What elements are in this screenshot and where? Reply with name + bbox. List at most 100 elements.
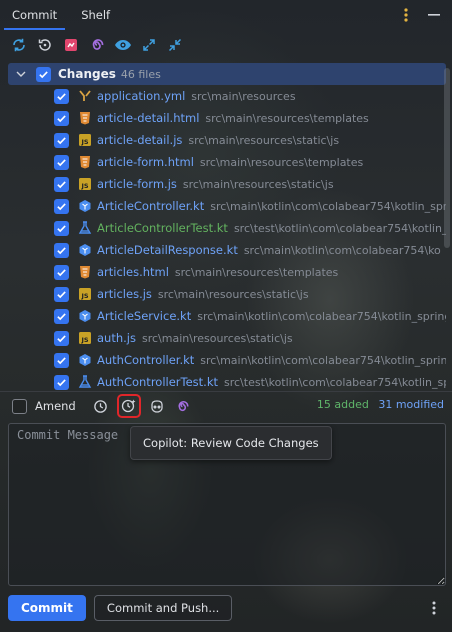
file-checkbox[interactable] [54,264,69,280]
js-file-icon: JS [77,286,93,302]
js-file-icon: JS [77,132,93,148]
swirl-icon[interactable] [88,36,106,54]
file-name: article-detail.html [97,111,200,125]
file-row[interactable]: article-form.html src\main\resources\temp… [8,151,446,173]
file-checkbox[interactable] [54,374,69,390]
file-path: src\main\resources\static\js [188,133,340,147]
changes-group-checkbox[interactable] [36,66,51,82]
expand-all-icon[interactable] [140,36,158,54]
file-name: article-form.js [97,177,177,191]
commit-toolbar [10,36,184,54]
changes-group-title: Changes [58,67,116,81]
changes-group-row[interactable]: Changes 46 files [8,63,446,85]
swirl-icon[interactable] [174,397,192,415]
file-row[interactable]: JS article-detail.js src\main\resources\st… [8,129,446,151]
file-path: src\test\kotlin\com\colabear754\kotlin_s… [233,221,446,235]
file-name: AuthControllerTest.kt [97,375,218,389]
review-code-changes-icon[interactable] [116,394,141,418]
svg-text:JS: JS [80,182,88,190]
file-checkbox[interactable] [54,110,69,126]
file-name: application.yml [97,89,186,103]
commit-and-push-button[interactable]: Commit and Push... [93,595,233,621]
file-checkbox[interactable] [54,242,69,258]
file-name: auth.js [97,331,136,345]
file-checkbox[interactable] [54,330,69,346]
minimize-icon[interactable] [426,6,442,24]
file-path: src\main\resources\templates [199,155,364,169]
clock-icon[interactable] [92,397,110,415]
html-file-icon [77,154,93,170]
change-stats: 15 added 31 modified [317,398,444,411]
file-checkbox[interactable] [54,132,69,148]
html-file-icon [77,264,93,280]
tab-shelf[interactable]: Shelf [69,0,122,30]
file-row[interactable]: articles.html src\main\resources\template… [8,261,446,283]
kotlin-file-icon [77,308,93,324]
file-row[interactable]: ArticleController.kt src\main\kotlin\com\… [8,195,446,217]
tree-scrollbar[interactable] [444,68,450,248]
html-file-icon [77,110,93,126]
file-row[interactable]: article-detail.html src\main\resources\te… [8,107,446,129]
file-name: ArticleController.kt [97,199,205,213]
changes-group-count: 46 files [120,67,161,81]
tooltip: Copilot: Review Code Changes [130,426,332,460]
collapse-all-icon[interactable] [166,36,184,54]
file-checkbox[interactable] [54,198,69,214]
file-name: ArticleDetailResponse.kt [97,243,238,257]
file-name: article-form.html [97,155,194,169]
file-path: src\main\resources\templates [174,265,339,279]
tool-window-tabs: Commit Shelf [0,0,452,30]
file-row[interactable]: AuthController.kt src\main\kotlin\com\col… [8,349,446,371]
file-row[interactable]: JS articles.js src\main\resources\static\j… [8,283,446,305]
file-path: src\main\resources\templates [205,111,369,125]
file-row[interactable]: JS article-form.js src\main\resources\stat… [8,173,446,195]
file-path: src\main\resources\static\js [157,287,309,301]
file-list: application.yml src\main\resources article… [8,85,446,391]
file-row[interactable]: application.yml src\main\resources [8,85,446,107]
file-checkbox[interactable] [54,88,69,104]
js-file-icon: JS [77,176,93,192]
file-name: articles.js [97,287,152,301]
file-path: src\main\resources\static\js [182,177,334,191]
tab-commit[interactable]: Commit [0,0,69,30]
file-name: AuthController.kt [97,353,195,367]
file-path: src\main\kotlin\com\colabear754\kotlin_s… [200,353,446,367]
file-path: src\main\resources [191,89,296,103]
amend-label: Amend [35,399,76,413]
file-checkbox[interactable] [54,176,69,192]
options-menu-icon[interactable] [398,6,414,24]
rollback-icon[interactable] [36,36,54,54]
file-name: ArticleControllerTest.kt [97,221,228,235]
file-checkbox[interactable] [54,308,69,324]
file-checkbox[interactable] [54,286,69,302]
file-row[interactable]: ArticleControllerTest.kt src\test\kotlin\… [8,217,446,239]
file-checkbox[interactable] [54,154,69,170]
svg-text:JS: JS [80,292,88,300]
file-row[interactable]: AuthControllerTest.kt src\test\kotlin\com… [8,371,446,391]
eye-icon[interactable] [114,36,132,54]
file-path: src\main\resources\static\js [141,331,293,345]
added-count: 15 added [316,398,369,411]
more-options-icon[interactable] [426,599,442,617]
refresh-icon[interactable] [10,36,28,54]
chevron-down-icon[interactable] [12,71,30,77]
kotlin-test-icon [77,220,93,236]
file-checkbox[interactable] [54,352,69,368]
commit-button[interactable]: Commit [8,595,86,621]
file-checkbox[interactable] [54,220,69,236]
kotlin-test-icon [77,374,93,390]
file-row[interactable]: JS auth.js src\main\resources\static\js [8,327,446,349]
amend-checkbox[interactable] [12,398,27,414]
file-row[interactable]: ArticleService.kt src\main\kotlin\com\col… [8,305,446,327]
copilot-icon[interactable] [148,397,166,415]
shelve-icon[interactable] [62,36,80,54]
kotlin-file-icon [77,198,93,214]
file-path: src\main\kotlin\com\colabear754\ko [243,243,441,257]
kotlin-file-icon [77,242,93,258]
file-name: ArticleService.kt [97,309,192,323]
file-name: article-detail.js [97,133,183,147]
modified-count: 31 modified [378,398,444,411]
svg-text:JS: JS [80,336,88,344]
js-file-icon: JS [77,330,93,346]
file-row[interactable]: ArticleDetailResponse.kt src\main\kotlin\… [8,239,446,261]
